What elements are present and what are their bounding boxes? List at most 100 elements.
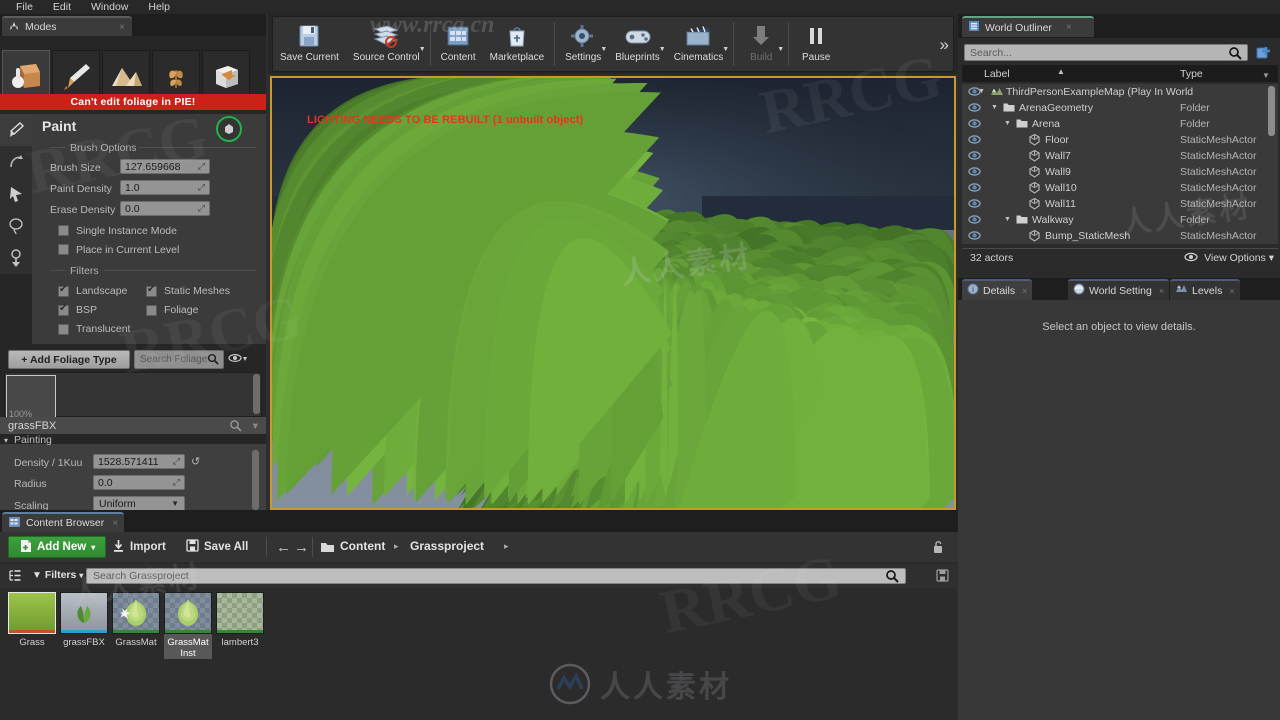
- add-foliage-type-button[interactable]: + Add Foliage Type: [8, 350, 130, 369]
- expander-triangle-icon[interactable]: ▼: [991, 104, 998, 111]
- toolbar-cinematics[interactable]: Cinematics ▼: [667, 17, 730, 71]
- asset-item[interactable]: GrassMat Inst: [164, 592, 212, 659]
- eye-icon[interactable]: [968, 214, 981, 226]
- outliner-row[interactable]: Wall7 StaticMeshActor: [962, 148, 1278, 164]
- spinner-icon[interactable]: ⤢: [198, 182, 205, 193]
- tab-world-outliner[interactable]: World Outliner ×: [962, 16, 1094, 37]
- outliner-row[interactable]: ▼ ThirdPersonExampleMap (Play In World: [962, 84, 1278, 100]
- add-plus-icon[interactable]: [1255, 45, 1271, 63]
- lock-icon[interactable]: [932, 540, 944, 557]
- outliner-row[interactable]: Wall10 StaticMeshActor: [962, 180, 1278, 196]
- chevron-double-right-icon[interactable]: »: [940, 35, 949, 55]
- fill-down-icon[interactable]: [0, 242, 32, 274]
- arrow-left-icon[interactable]: ←: [276, 539, 291, 556]
- asset-thumbnail[interactable]: [60, 592, 108, 634]
- column-label[interactable]: Label: [984, 68, 1010, 80]
- magnifier-icon[interactable]: [207, 353, 219, 368]
- asset-item[interactable]: lambert3: [216, 592, 264, 659]
- chevron-down-icon[interactable]: ▼: [419, 46, 426, 53]
- toolbar-source-control[interactable]: Source Control ▼: [346, 17, 427, 71]
- brush-preview-orb[interactable]: [216, 116, 242, 142]
- chevron-down-icon[interactable]: ▼: [722, 46, 729, 53]
- paint-tool-icon[interactable]: [0, 114, 32, 146]
- save-disk-icon[interactable]: [936, 569, 949, 585]
- magnifier-icon[interactable]: [1228, 46, 1242, 63]
- foliage-view-options-icon[interactable]: [228, 353, 248, 367]
- add-new-button[interactable]: Add New ▾: [8, 536, 107, 558]
- view-options-button[interactable]: View Options ▾: [1184, 252, 1274, 264]
- foliage-thumbnail[interactable]: 100%: [6, 375, 56, 420]
- save-all-button[interactable]: Save All: [186, 536, 248, 558]
- chevron-down-icon[interactable]: ▼: [600, 46, 607, 53]
- close-icon[interactable]: ×: [112, 518, 118, 529]
- column-type[interactable]: Type: [1180, 68, 1203, 80]
- tab-content-browser[interactable]: Content Browser ×: [2, 512, 125, 532]
- menu-item-file[interactable]: File: [6, 0, 43, 14]
- column-filter-icon[interactable]: ▼: [1262, 71, 1270, 80]
- chevron-down-icon[interactable]: ▼: [659, 46, 666, 53]
- toolbar-settings[interactable]: Settings ▼: [558, 17, 608, 71]
- density-input[interactable]: 1528.571411 ⤢: [93, 454, 185, 469]
- brush-size-input[interactable]: 127.659668 ⤢: [120, 159, 210, 174]
- eye-icon[interactable]: [968, 102, 981, 114]
- select-arrow-icon[interactable]: [0, 178, 32, 210]
- magnifier-icon[interactable]: [229, 419, 242, 435]
- arrow-right-icon[interactable]: →: [294, 539, 309, 556]
- tab-details[interactable]: i Details ×: [962, 279, 1033, 300]
- painting-scrollbar[interactable]: [252, 450, 259, 510]
- toolbar-build[interactable]: Build ▼: [737, 17, 785, 71]
- close-icon[interactable]: ×: [1159, 286, 1164, 296]
- outliner-row[interactable]: ▼ Arena Folder: [962, 116, 1278, 132]
- reapply-icon[interactable]: [0, 146, 32, 178]
- spinner-icon[interactable]: ⤢: [173, 477, 180, 488]
- eye-icon[interactable]: [968, 230, 981, 242]
- outliner-row[interactable]: Bump_StaticMesh StaticMeshActor: [962, 228, 1278, 244]
- outliner-row-list[interactable]: ▼ ThirdPersonExampleMap (Play In World ▼ Ar…: [962, 84, 1278, 244]
- filters-button[interactable]: ▼ Filters ▾: [32, 569, 83, 581]
- erase-density-input[interactable]: 0.0 ⤢: [120, 201, 210, 216]
- tree-view-icon[interactable]: [8, 569, 22, 585]
- filter-bsp-checkbox[interactable]: [58, 303, 69, 316]
- outliner-search-input[interactable]: Search...: [964, 44, 1248, 61]
- menu-item-help[interactable]: Help: [138, 0, 180, 14]
- asset-item[interactable]: Grass: [8, 592, 56, 659]
- toolbar-marketplace[interactable]: Marketplace: [483, 17, 551, 71]
- tab-modes[interactable]: Modes ×: [2, 16, 132, 36]
- outliner-row[interactable]: Wall11 StaticMeshActor: [962, 196, 1278, 212]
- menu-item-edit[interactable]: Edit: [43, 0, 81, 14]
- expander-triangle-icon[interactable]: ▼: [1004, 216, 1011, 223]
- import-button[interactable]: Import: [112, 536, 166, 558]
- asset-thumbnail[interactable]: [8, 592, 56, 634]
- outliner-row[interactable]: ▼ Walkway Folder: [962, 212, 1278, 228]
- close-icon[interactable]: ×: [1066, 22, 1072, 33]
- menu-item-window[interactable]: Window: [81, 0, 138, 14]
- tab-world-settings[interactable]: World Setting ×: [1068, 279, 1170, 300]
- asset-grid[interactable]: Grass grassFBX GrassMat GrassMat Inst lamber…: [8, 592, 264, 659]
- filter-landscape-checkbox[interactable]: [58, 284, 69, 297]
- expander-triangle-icon[interactable]: ▼: [978, 88, 985, 95]
- level-viewport[interactable]: LIGHTING NEEDS TO BE REBUILT (1 unbuilt …: [270, 76, 956, 510]
- eye-icon[interactable]: [968, 118, 981, 130]
- outliner-row[interactable]: Wall9 StaticMeshActor: [962, 164, 1278, 180]
- spinner-icon[interactable]: ⤢: [198, 161, 205, 172]
- close-icon[interactable]: ×: [1229, 286, 1234, 296]
- radius-input[interactable]: 0.0 ⤢: [93, 475, 185, 490]
- eye-icon[interactable]: [968, 182, 981, 194]
- spinner-icon[interactable]: ⤢: [173, 456, 180, 467]
- eye-icon[interactable]: [968, 134, 981, 146]
- close-icon[interactable]: ×: [119, 22, 125, 33]
- single-instance-mode-checkbox[interactable]: [58, 225, 69, 236]
- toolbar-blueprints[interactable]: Blueprints ▼: [608, 17, 666, 71]
- asset-item[interactable]: GrassMat: [112, 592, 160, 659]
- toolbar-pause[interactable]: Pause: [792, 17, 840, 71]
- folder-open-icon[interactable]: [320, 541, 335, 557]
- tab-levels[interactable]: Levels ×: [1170, 279, 1240, 300]
- lasso-icon[interactable]: [0, 210, 32, 242]
- eye-icon[interactable]: [968, 198, 981, 210]
- asset-item[interactable]: grassFBX: [60, 592, 108, 659]
- eye-icon[interactable]: [968, 166, 981, 178]
- breadcrumb-grassproject[interactable]: Grassproject: [410, 539, 484, 553]
- filter-foliage-checkbox[interactable]: [146, 305, 157, 316]
- collapse-triangle-icon[interactable]: ▾: [4, 436, 8, 445]
- content-search-input[interactable]: Search Grassproject: [86, 568, 906, 584]
